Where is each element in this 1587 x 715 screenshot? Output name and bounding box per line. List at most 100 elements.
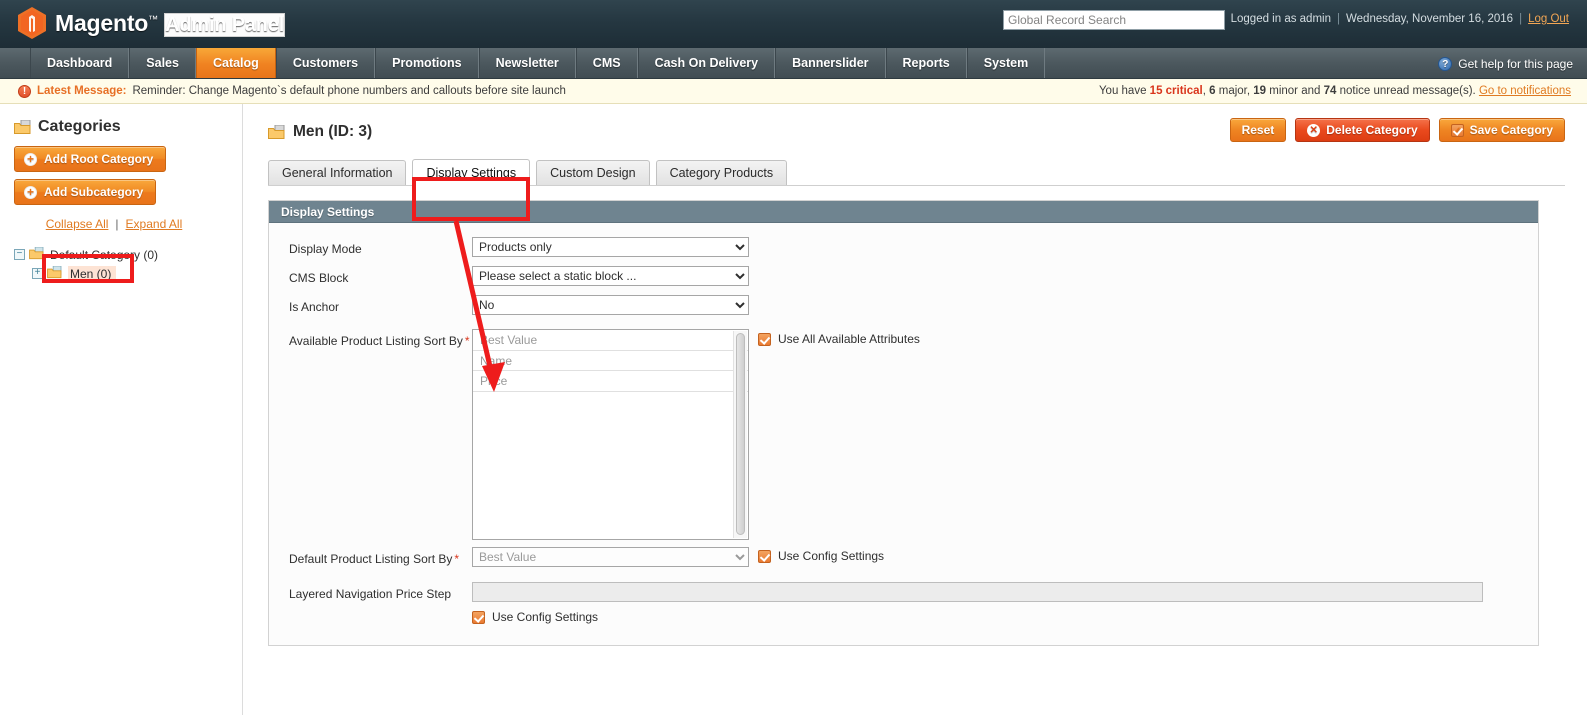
use-all-attributes-label: Use All Available Attributes xyxy=(778,332,920,346)
display-settings-panel: Display Settings Display Mode Products o… xyxy=(268,200,1539,646)
logout-link[interactable]: Log Out xyxy=(1528,13,1569,25)
go-to-notifications-link[interactable]: Go to notifications xyxy=(1479,85,1571,97)
expand-all-link[interactable]: Expand All xyxy=(126,217,183,231)
tab-general-information[interactable]: General Information xyxy=(268,160,407,185)
delete-category-button[interactable]: ✕ Delete Category xyxy=(1295,118,1430,142)
critical-count: 15 xyxy=(1149,85,1163,97)
collapse-toggle-icon[interactable]: − xyxy=(14,249,25,260)
nav-item-cash-on-delivery[interactable]: Cash On Delivery xyxy=(637,48,776,78)
display-mode-select[interactable]: Products only xyxy=(472,237,749,257)
minor-word: minor and xyxy=(1266,85,1324,97)
add-subcategory-label: Add Subcategory xyxy=(44,185,144,199)
add-root-category-row: + Add Root Category xyxy=(14,146,242,172)
header-user-info: Logged in as admin | Wednesday, November 1… xyxy=(1231,13,1569,25)
nav-item-reports[interactable]: Reports xyxy=(885,48,967,78)
field-row-cms-block: CMS Block Please select a static block .… xyxy=(269,266,1538,294)
nav-item-customers[interactable]: Customers xyxy=(275,48,376,78)
multiselect-option[interactable]: Price xyxy=(473,371,748,392)
collapse-all-link[interactable]: Collapse All xyxy=(46,217,109,231)
use-config-settings-checkbox[interactable] xyxy=(758,549,771,563)
tree-controls-divider: | xyxy=(115,217,119,231)
nav-item-dashboard[interactable]: Dashboard xyxy=(30,48,130,78)
required-marker: * xyxy=(454,552,460,566)
page-body: Categories + Add Root Category + Add Sub… xyxy=(0,104,1587,715)
logged-in-label: Logged in as admin xyxy=(1230,13,1331,25)
cms-block-select[interactable]: Please select a static block ... xyxy=(472,266,749,286)
field-row-available-sort: Available Product Listing Sort By * Best … xyxy=(269,329,1538,540)
add-subcategory-row: + Add Subcategory xyxy=(14,179,242,205)
delete-icon: ✕ xyxy=(1307,123,1321,137)
default-sort-config-row[interactable]: Use Config Settings xyxy=(758,547,884,563)
default-sort-select[interactable]: Best Value xyxy=(472,547,749,567)
field-row-default-sort: Default Product Listing Sort By * Best Va… xyxy=(269,547,1538,575)
page-header: Men (ID: 3) Reset ✕ Delete Category ✓ Sa… xyxy=(268,118,1565,146)
use-config-settings-label: Use Config Settings xyxy=(492,610,599,624)
is-anchor-select[interactable]: No xyxy=(472,295,749,315)
latest-message-text: Reminder: Change Magento`s default phone… xyxy=(132,85,566,97)
price-step-label: Layered Navigation Price Step xyxy=(289,587,452,601)
minor-count: 19 xyxy=(1253,85,1267,97)
info-sep-1: | xyxy=(1337,13,1340,25)
price-step-config-row[interactable]: Use Config Settings xyxy=(472,610,598,624)
tab-display-settings[interactable]: Display Settings xyxy=(412,159,531,186)
price-step-input[interactable] xyxy=(472,582,1483,602)
category-sidebar: Categories + Add Root Category + Add Sub… xyxy=(0,104,243,715)
add-root-category-button[interactable]: + Add Root Category xyxy=(14,146,167,172)
multiselect-option[interactable]: Name xyxy=(473,351,748,371)
reset-label: Reset xyxy=(1241,123,1275,137)
use-all-attributes-row[interactable]: Use All Available Attributes xyxy=(758,329,920,346)
panel-body: Display Mode Products only CMS Block Ple… xyxy=(269,223,1538,645)
categories-folder-icon xyxy=(14,119,31,135)
add-subcategory-button[interactable]: + Add Subcategory xyxy=(14,179,157,205)
unread-messages-summary: You have 15 critical, 6 major, 19 minor … xyxy=(1098,85,1571,97)
notice-count: 74 xyxy=(1323,85,1337,97)
plus-icon: + xyxy=(24,152,37,166)
available-sort-label: Available Product Listing Sort By * xyxy=(269,329,472,348)
nav-item-catalog[interactable]: Catalog xyxy=(195,48,276,78)
nav-item-sales[interactable]: Sales xyxy=(129,48,196,78)
nav-item-system[interactable]: System xyxy=(966,48,1046,78)
price-step-control: Use Config Settings xyxy=(472,582,1483,624)
expand-toggle-icon[interactable]: + xyxy=(32,268,43,279)
help-icon: ? xyxy=(1438,56,1453,71)
notice-word: notice unread message(s). xyxy=(1336,85,1479,97)
reset-button[interactable]: Reset xyxy=(1229,118,1287,142)
tab-category-products[interactable]: Category Products xyxy=(655,160,788,185)
page-title-label: Men (ID: 3) xyxy=(293,123,373,140)
use-config-settings-label: Use Config Settings xyxy=(778,549,885,563)
use-all-attributes-checkbox[interactable] xyxy=(758,332,771,346)
page-action-buttons: Reset ✕ Delete Category ✓ Save Category xyxy=(1229,118,1565,142)
multiselect-option[interactable]: Best Value xyxy=(473,330,748,351)
get-help-link[interactable]: ? Get help for this page xyxy=(1438,48,1573,79)
scrollbar-thumb[interactable] xyxy=(736,333,745,535)
tree-node-label: Default Category (0) xyxy=(50,247,159,262)
nav-item-promotions[interactable]: Promotions xyxy=(375,48,479,78)
main-navigation: Dashboard Sales Catalog Customers Promot… xyxy=(0,48,1587,79)
add-root-category-label: Add Root Category xyxy=(44,152,154,166)
folder-icon xyxy=(47,265,64,281)
save-category-label: Save Category xyxy=(1469,123,1553,137)
default-sort-control: Best Value Use Config Settings xyxy=(472,547,884,567)
magento-logo: Magento™ Admin Panel xyxy=(18,7,286,39)
tree-node-label: Men (0) xyxy=(68,265,117,282)
nav-item-cms[interactable]: CMS xyxy=(575,48,638,78)
available-sort-multiselect[interactable]: Best Value Name Price xyxy=(472,329,749,540)
info-sep-2: | xyxy=(1519,13,1523,25)
tree-node-men[interactable]: + Men (0) xyxy=(14,264,242,283)
is-anchor-label: Is Anchor xyxy=(289,300,340,314)
use-config-settings-checkbox[interactable] xyxy=(472,610,485,624)
multiselect-scrollbar[interactable] xyxy=(733,331,747,538)
required-marker: * xyxy=(464,334,470,348)
tree-controls: Collapse All | Expand All xyxy=(14,217,214,231)
nav-item-newsletter[interactable]: Newsletter xyxy=(478,48,576,78)
save-category-button[interactable]: ✓ Save Category xyxy=(1438,118,1565,142)
tree-node-default-category[interactable]: − Default Category (0) xyxy=(14,245,242,264)
panel-title: Display Settings xyxy=(269,201,1538,223)
available-sort-label-text: Available Product Listing Sort By xyxy=(289,334,463,348)
nav-item-bannerslider[interactable]: Bannerslider xyxy=(775,48,886,78)
display-mode-label: Display Mode xyxy=(289,242,362,256)
global-search-input[interactable] xyxy=(1003,10,1225,30)
tab-custom-design[interactable]: Custom Design xyxy=(536,160,650,185)
main-content: Men (ID: 3) Reset ✕ Delete Category ✓ Sa… xyxy=(243,104,1587,715)
